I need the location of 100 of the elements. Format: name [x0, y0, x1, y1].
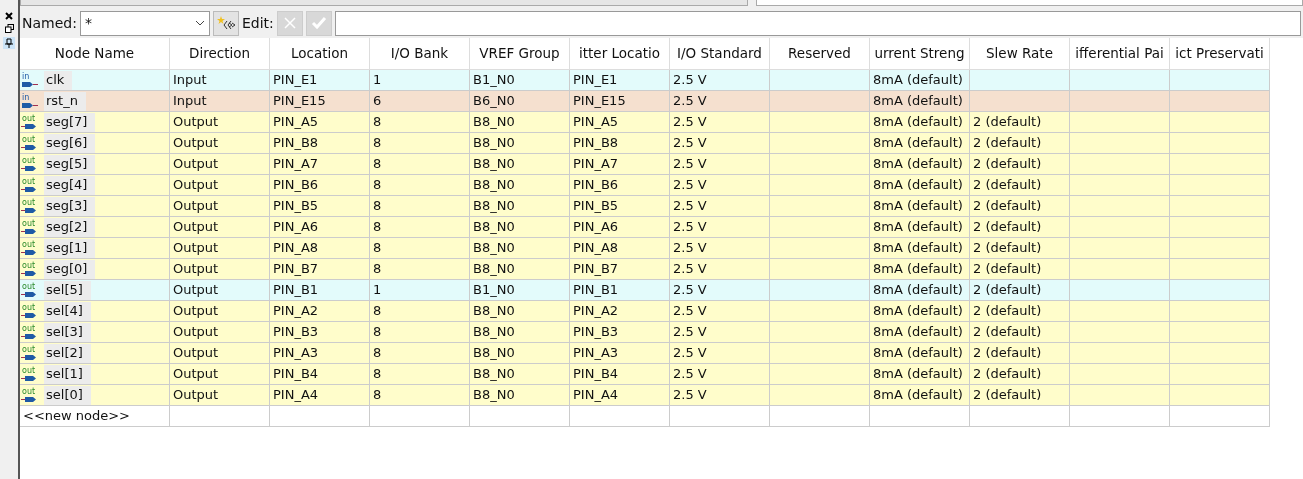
table-cell: 2 (default)	[970, 322, 1070, 343]
table-cell: Input	[170, 70, 270, 91]
wizard-button[interactable]	[212, 10, 239, 36]
node-name: seg[7]	[44, 112, 96, 132]
table-cell: 2 (default)	[970, 301, 1070, 322]
table-cell: B1_N0	[470, 70, 570, 91]
table-cell: 2 (default)	[970, 385, 1070, 406]
table-cell: Output	[170, 217, 270, 238]
table-cell: Input	[170, 91, 270, 112]
table-cell: 2 (default)	[970, 280, 1070, 301]
table-cell: 8	[370, 301, 470, 322]
table-cell: B8_N0	[470, 175, 570, 196]
table-cell: 8mA (default)	[870, 91, 970, 112]
table-cell: 8	[370, 364, 470, 385]
table-cell: 1	[370, 280, 470, 301]
close-icon[interactable]	[5, 12, 13, 20]
edit-field[interactable]	[334, 10, 1301, 36]
table-cell: PIN_B1	[570, 280, 670, 301]
table-cell: Output	[170, 238, 270, 259]
table-cell: 8	[370, 196, 470, 217]
table-cell: 8	[370, 154, 470, 175]
node-name: clk	[44, 70, 73, 90]
table-cell: PIN_A3	[270, 343, 370, 364]
table-cell: 2.5 V	[670, 133, 770, 154]
edit-label: Edit:	[241, 13, 274, 33]
caret-icon[interactable]	[194, 20, 205, 26]
table-cell: 8mA (default)	[870, 238, 970, 259]
table-cell: 2.5 V	[670, 322, 770, 343]
table-cell: Output	[170, 343, 270, 364]
table-cell: 2.5 V	[670, 91, 770, 112]
table-cell: B8_N0	[470, 343, 570, 364]
node-name: seg[4]	[44, 175, 96, 195]
table-cell: 8	[370, 259, 470, 280]
table-cell: PIN_A8	[570, 238, 670, 259]
table-cell: B8_N0	[470, 364, 570, 385]
node-name: seg[6]	[44, 133, 96, 153]
table-cell: B8_N0	[470, 112, 570, 133]
table-cell: Output	[170, 280, 270, 301]
table-cell: PIN_A2	[270, 301, 370, 322]
table-cell: 2 (default)	[970, 238, 1070, 259]
table-cell: 8	[370, 217, 470, 238]
table-cell: 2 (default)	[970, 154, 1070, 175]
node-name: seg[5]	[44, 154, 96, 174]
table-cell: B8_N0	[470, 301, 570, 322]
table-cell: 2.5 V	[670, 196, 770, 217]
table-cell: 2.5 V	[670, 280, 770, 301]
node-name: seg[0]	[44, 259, 96, 279]
node-name: seg[1]	[44, 238, 96, 258]
restore-icon[interactable]	[4, 24, 14, 33]
table-cell: Output	[170, 133, 270, 154]
table-cell: B8_N0	[470, 322, 570, 343]
table-cell: PIN_B6	[270, 175, 370, 196]
table-cell: 8mA (default)	[870, 322, 970, 343]
table-cell: B8_N0	[470, 385, 570, 406]
table-cell: 8mA (default)	[870, 343, 970, 364]
table-cell: PIN_B5	[270, 196, 370, 217]
table-cell: PIN_E15	[270, 91, 370, 112]
table-cell: 8	[370, 238, 470, 259]
table-cell: 2.5 V	[670, 301, 770, 322]
node-name: sel[1]	[44, 364, 91, 384]
table-cell: PIN_A8	[270, 238, 370, 259]
table-cell: Output	[170, 385, 270, 406]
table-cell: 8	[370, 175, 470, 196]
new-node-row[interactable]: <<new node>>	[20, 406, 170, 427]
table-cell: 8mA (default)	[870, 259, 970, 280]
table-cell: 2 (default)	[970, 133, 1070, 154]
table-cell: B8_N0	[470, 133, 570, 154]
table-cell: PIN_A5	[570, 112, 670, 133]
table-cell: 2.5 V	[670, 154, 770, 175]
table-cell: PIN_A5	[270, 112, 370, 133]
table-cell: B8_N0	[470, 217, 570, 238]
table-cell: Output	[170, 259, 270, 280]
table-cell: PIN_A6	[570, 217, 670, 238]
table-cell: PIN_B3	[270, 322, 370, 343]
table-cell: PIN_A2	[570, 301, 670, 322]
table-cell: Output	[170, 364, 270, 385]
table-cell: PIN_B7	[570, 259, 670, 280]
table-cell: 8mA (default)	[870, 133, 970, 154]
table-cell: B8_N0	[470, 196, 570, 217]
table-cell: Output	[170, 112, 270, 133]
pin-icon[interactable]	[3, 37, 15, 49]
named-dropdown[interactable]: *	[79, 10, 210, 36]
table-cell: PIN_A6	[270, 217, 370, 238]
table-cell: 6	[370, 91, 470, 112]
table-cell: Output	[170, 322, 270, 343]
table-cell: PIN_E1	[570, 70, 670, 91]
table-cell: PIN_B8	[270, 133, 370, 154]
table-cell: 2 (default)	[970, 259, 1070, 280]
table-cell: 2.5 V	[670, 70, 770, 91]
table-cell: 8mA (default)	[870, 196, 970, 217]
table-cell: PIN_A7	[570, 154, 670, 175]
table-cell: 2.5 V	[670, 364, 770, 385]
table-cell: PIN_B8	[570, 133, 670, 154]
table-cell: 8	[370, 322, 470, 343]
table-cell: 2.5 V	[670, 112, 770, 133]
table-cell: 8mA (default)	[870, 385, 970, 406]
table-cell: PIN_A4	[570, 385, 670, 406]
table-cell: Output	[170, 154, 270, 175]
table-cell: 2 (default)	[970, 175, 1070, 196]
node-name: sel[5]	[44, 280, 91, 300]
